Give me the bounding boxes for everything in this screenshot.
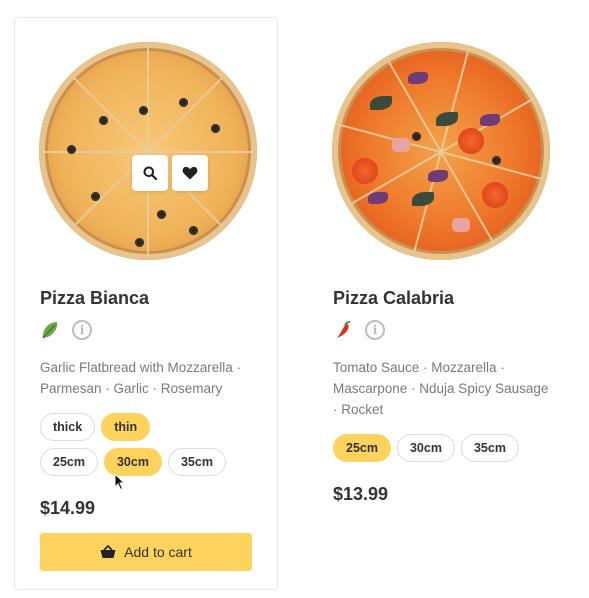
chili-pepper-icon [333,320,353,340]
product-badges: i [40,320,92,340]
wishlist-button[interactable] [172,155,208,191]
product-image[interactable] [332,42,550,260]
size-option-30cm[interactable]: 30cm [103,448,162,476]
product-image[interactable] [39,42,257,260]
quick-actions [132,155,208,191]
pizza-calabria-image [332,42,550,260]
size-option-35cm[interactable]: 35cm [167,448,226,476]
size-option-30cm[interactable]: 30cm [396,434,455,462]
add-to-cart-button[interactable]: Add to cart [40,533,252,571]
product-title[interactable]: Pizza Calabria [333,288,454,309]
product-price: $13.99 [333,484,389,504]
product-card-pizza-calabria[interactable]: Pizza Calabria i Tomato Sauce · Mozzarel… [307,17,571,590]
size-option-35cm[interactable]: 35cm [460,434,519,462]
info-icon[interactable]: i [72,320,92,340]
product-price: $14.99 [40,498,96,518]
quick-view-button[interactable] [132,155,168,191]
crust-options: thick thin [40,413,151,441]
crust-option-thin[interactable]: thin [101,413,151,441]
basket-icon [100,545,116,558]
size-options: 25cm 30cm 35cm [333,434,519,462]
product-card-pizza-bianca[interactable]: Pizza Bianca i Garlic Flatbread with Moz… [14,17,278,590]
product-badges: i [333,320,385,340]
basil-leaf-icon [40,320,60,340]
size-option-25cm[interactable]: 25cm [333,434,391,462]
size-options: 25cm 30cm 35cm [40,448,226,476]
size-option-25cm[interactable]: 25cm [40,448,98,476]
add-to-cart-label: Add to cart [124,544,192,560]
product-title[interactable]: Pizza Bianca [40,288,149,309]
pizza-bianca-image [39,42,257,260]
heart-icon [182,166,198,180]
info-icon[interactable]: i [365,320,385,340]
product-description: Tomato Sauce · Mozzarella · Mascarpone ·… [333,360,549,417]
mouse-cursor-icon [114,473,126,491]
search-icon [143,166,157,180]
product-description: Garlic Flatbread with Mozzarella · Parme… [40,360,242,396]
crust-option-thick[interactable]: thick [40,413,96,441]
